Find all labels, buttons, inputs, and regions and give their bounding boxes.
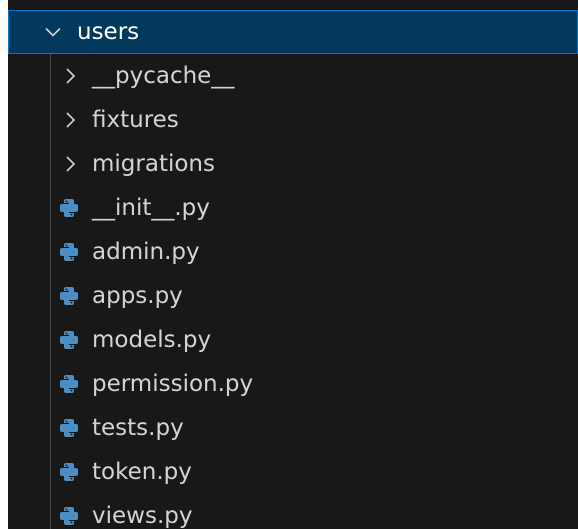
python-file-icon xyxy=(58,230,80,274)
python-file-icon xyxy=(58,406,80,450)
file-label: models.py xyxy=(92,327,212,353)
python-file-icon xyxy=(58,494,80,529)
file-views[interactable]: views.py xyxy=(8,494,578,529)
folder-label: migrations xyxy=(92,151,215,177)
file-admin[interactable]: admin.py xyxy=(8,230,578,274)
file-explorer-tree: users __pycache__ fixtures migrations __… xyxy=(8,0,578,529)
folder-fixtures[interactable]: fixtures xyxy=(8,98,578,142)
folder-label: __pycache__ xyxy=(92,63,235,89)
file-token[interactable]: token.py xyxy=(8,450,578,494)
file-label: __init__.py xyxy=(92,195,210,221)
file-label: views.py xyxy=(92,503,193,529)
chevron-right-icon xyxy=(60,98,80,142)
python-file-icon xyxy=(58,318,80,362)
file-label: token.py xyxy=(92,459,192,485)
file-label: permission.py xyxy=(92,371,254,397)
folder-users[interactable]: users xyxy=(8,10,578,54)
python-file-icon xyxy=(58,362,80,406)
folder-migrations[interactable]: migrations xyxy=(8,142,578,186)
folder-label: fixtures xyxy=(92,107,179,133)
file-label: tests.py xyxy=(92,415,184,441)
python-file-icon xyxy=(58,186,80,230)
file-permission[interactable]: permission.py xyxy=(8,362,578,406)
folder-pycache[interactable]: __pycache__ xyxy=(8,54,578,98)
file-tests[interactable]: tests.py xyxy=(8,406,578,450)
file-apps[interactable]: apps.py xyxy=(8,274,578,318)
file-init[interactable]: __init__.py xyxy=(8,186,578,230)
python-file-icon xyxy=(58,450,80,494)
folder-label: users xyxy=(77,19,140,45)
chevron-down-icon xyxy=(43,10,63,54)
chevron-right-icon xyxy=(60,54,80,98)
file-label: admin.py xyxy=(92,239,200,265)
chevron-right-icon xyxy=(60,142,80,186)
python-file-icon xyxy=(58,274,80,318)
file-models[interactable]: models.py xyxy=(8,318,578,362)
file-label: apps.py xyxy=(92,283,183,309)
